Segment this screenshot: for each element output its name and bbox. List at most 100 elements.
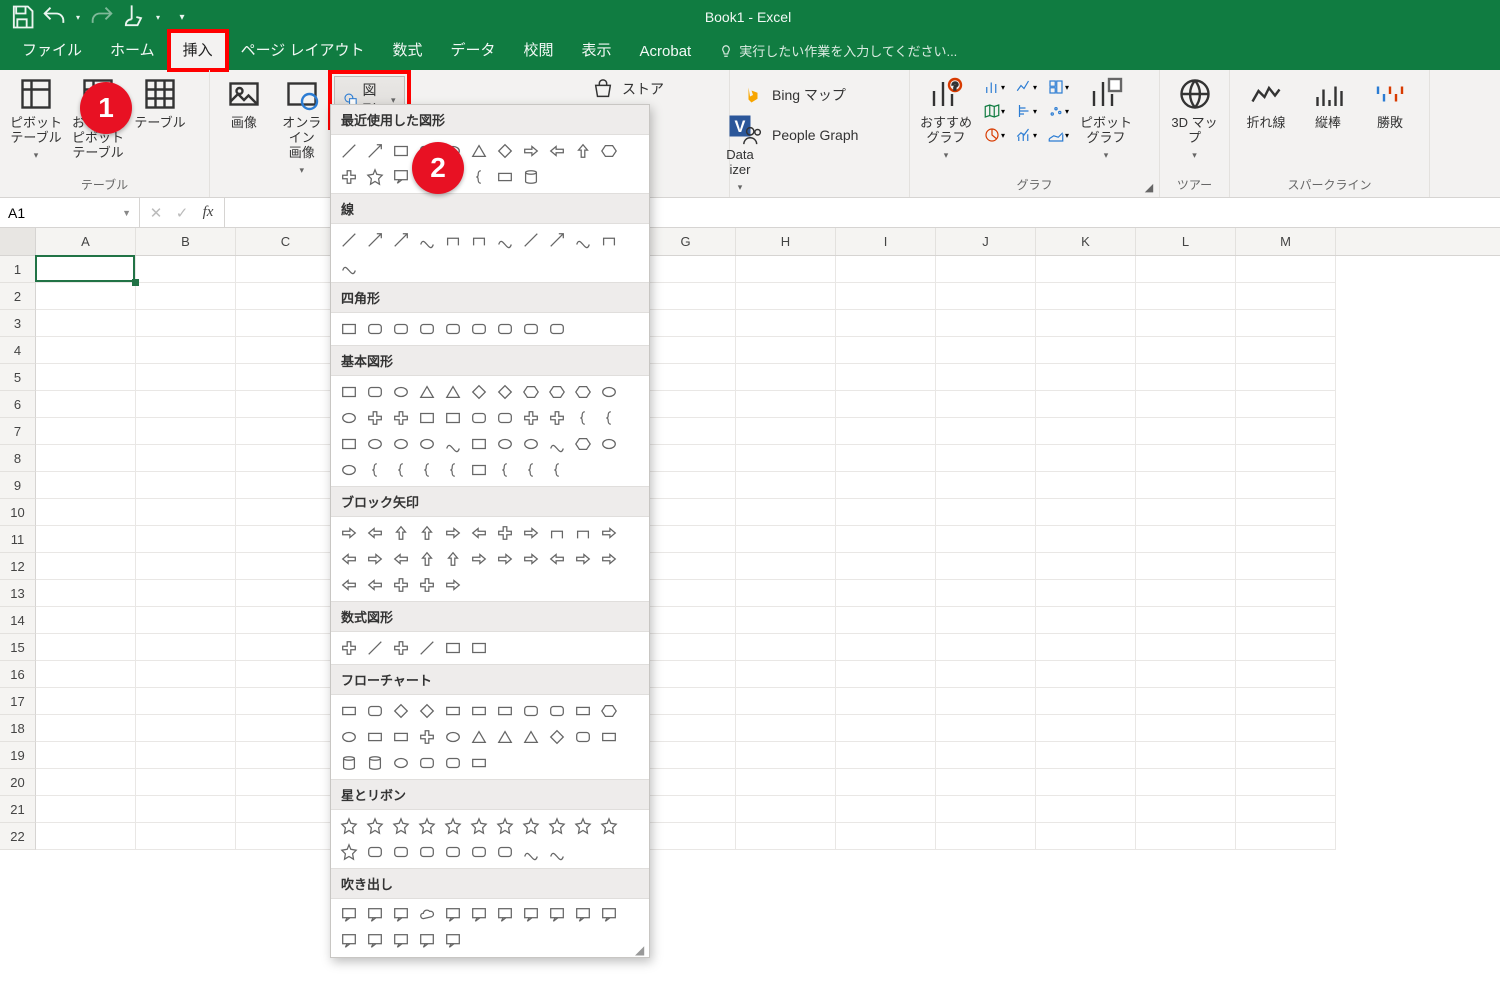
cell[interactable] — [236, 580, 336, 607]
cell[interactable] — [36, 364, 136, 391]
shape-option[interactable] — [571, 699, 595, 723]
shape-option[interactable] — [519, 840, 543, 864]
shape-option[interactable] — [597, 380, 621, 404]
cell[interactable] — [736, 526, 836, 553]
shape-option[interactable] — [519, 903, 543, 927]
shape-option[interactable] — [545, 903, 569, 927]
cell[interactable] — [1136, 418, 1236, 445]
shape-option[interactable] — [441, 521, 465, 545]
column-header[interactable]: A — [36, 228, 136, 255]
shape-option[interactable] — [363, 573, 387, 597]
shape-option[interactable] — [545, 840, 569, 864]
shape-option[interactable] — [441, 317, 465, 341]
cell[interactable] — [1236, 499, 1336, 526]
cell[interactable] — [736, 742, 836, 769]
row-header[interactable]: 22 — [0, 823, 36, 850]
save-icon[interactable] — [8, 3, 36, 31]
cell[interactable] — [36, 310, 136, 337]
cell[interactable] — [636, 634, 736, 661]
cell[interactable] — [1236, 553, 1336, 580]
shape-option[interactable] — [545, 521, 569, 545]
cell[interactable] — [836, 553, 936, 580]
shape-option[interactable] — [441, 751, 465, 775]
cell[interactable] — [1036, 769, 1136, 796]
cell[interactable] — [636, 661, 736, 688]
cell[interactable] — [36, 634, 136, 661]
cell[interactable] — [236, 337, 336, 364]
table-button[interactable]: テーブル — [132, 76, 188, 131]
shape-option[interactable] — [389, 139, 413, 163]
shape-option[interactable] — [545, 547, 569, 571]
cell[interactable] — [636, 337, 736, 364]
cell[interactable] — [1036, 391, 1136, 418]
shape-option[interactable] — [597, 406, 621, 430]
cell[interactable] — [136, 391, 236, 418]
shape-option[interactable] — [415, 636, 439, 660]
shape-option[interactable] — [493, 139, 517, 163]
cell[interactable] — [236, 391, 336, 418]
cell[interactable] — [836, 769, 936, 796]
cell[interactable] — [1136, 715, 1236, 742]
cell[interactable] — [836, 688, 936, 715]
column-chart-button[interactable]: ▾ — [980, 76, 1008, 98]
cell[interactable] — [1236, 418, 1336, 445]
cell[interactable] — [736, 823, 836, 850]
cell[interactable] — [936, 391, 1036, 418]
cell[interactable] — [1136, 337, 1236, 364]
shape-option[interactable] — [467, 406, 491, 430]
cell[interactable] — [636, 742, 736, 769]
cell[interactable] — [1036, 634, 1136, 661]
shape-option[interactable] — [389, 458, 413, 482]
shape-option[interactable] — [493, 317, 517, 341]
cell[interactable] — [836, 445, 936, 472]
tab-insert[interactable]: 挿入 — [169, 31, 227, 70]
shape-option[interactable] — [389, 929, 413, 953]
cell[interactable] — [1136, 661, 1236, 688]
row-header[interactable]: 2 — [0, 283, 36, 310]
cell[interactable] — [236, 418, 336, 445]
cell[interactable] — [736, 769, 836, 796]
cell[interactable] — [936, 526, 1036, 553]
column-header[interactable]: G — [636, 228, 736, 255]
cell[interactable] — [736, 418, 836, 445]
cell[interactable] — [836, 526, 936, 553]
shape-option[interactable] — [363, 380, 387, 404]
cell[interactable] — [1236, 580, 1336, 607]
dialog-launcher-icon[interactable]: ◢ — [1142, 180, 1156, 194]
shape-option[interactable] — [337, 751, 361, 775]
shape-option[interactable] — [415, 814, 439, 838]
tab-formulas[interactable]: 数式 — [378, 31, 436, 70]
cell[interactable] — [1136, 553, 1236, 580]
cell[interactable] — [1036, 823, 1136, 850]
cell[interactable] — [1036, 499, 1136, 526]
cell[interactable] — [1136, 364, 1236, 391]
shape-option[interactable] — [597, 814, 621, 838]
cell[interactable] — [636, 553, 736, 580]
column-header[interactable]: K — [1036, 228, 1136, 255]
shape-option[interactable] — [493, 903, 517, 927]
shape-option[interactable] — [337, 636, 361, 660]
row-header[interactable]: 15 — [0, 634, 36, 661]
shape-option[interactable] — [441, 725, 465, 749]
cell[interactable] — [36, 553, 136, 580]
shape-option[interactable] — [519, 380, 543, 404]
shape-option[interactable] — [389, 547, 413, 571]
row-header[interactable]: 9 — [0, 472, 36, 499]
cell[interactable] — [136, 310, 236, 337]
shape-option[interactable] — [389, 636, 413, 660]
cell[interactable] — [236, 634, 336, 661]
cell[interactable] — [136, 742, 236, 769]
cell[interactable] — [1136, 499, 1236, 526]
shape-option[interactable] — [545, 228, 569, 252]
shape-option[interactable] — [441, 406, 465, 430]
cell[interactable] — [136, 823, 236, 850]
shape-option[interactable] — [415, 406, 439, 430]
cell[interactable] — [1236, 823, 1336, 850]
cell[interactable] — [736, 445, 836, 472]
cell[interactable] — [1036, 715, 1136, 742]
shape-option[interactable] — [467, 317, 491, 341]
shape-option[interactable] — [415, 929, 439, 953]
scatter-chart-button[interactable]: ▾ — [1044, 100, 1072, 122]
shape-option[interactable] — [467, 903, 491, 927]
shape-option[interactable] — [519, 228, 543, 252]
